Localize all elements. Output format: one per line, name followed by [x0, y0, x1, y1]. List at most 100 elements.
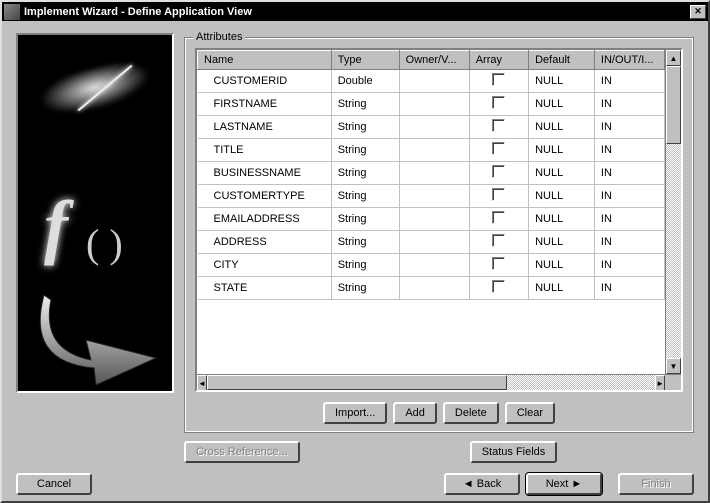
table-row[interactable]: CUSTOMERIDDouble NULLIN	[198, 70, 665, 93]
array-checkbox[interactable]	[492, 211, 505, 224]
cell-array[interactable]	[469, 93, 528, 116]
cell-io[interactable]: IN	[594, 231, 664, 254]
cell-array[interactable]	[469, 116, 528, 139]
scroll-up-button[interactable]: ▲	[666, 50, 681, 66]
cell-name[interactable]: CUSTOMERID	[198, 70, 332, 93]
cell-default[interactable]: NULL	[529, 231, 595, 254]
cell-name[interactable]: ADDRESS	[198, 231, 332, 254]
scroll-right-button[interactable]: ►	[655, 375, 665, 391]
cell-type[interactable]: String	[331, 254, 399, 277]
array-checkbox[interactable]	[492, 119, 505, 132]
array-checkbox[interactable]	[492, 257, 505, 270]
hscroll-thumb[interactable]	[207, 375, 507, 390]
col-array[interactable]: Array	[469, 51, 528, 70]
cell-type[interactable]: String	[331, 208, 399, 231]
cell-io[interactable]: IN	[594, 139, 664, 162]
cell-array[interactable]	[469, 70, 528, 93]
cell-name[interactable]: CUSTOMERTYPE	[198, 185, 332, 208]
table-row[interactable]: ADDRESSString NULLIN	[198, 231, 665, 254]
scroll-thumb[interactable]	[666, 66, 681, 144]
import-button[interactable]: Import...	[323, 402, 387, 424]
col-default[interactable]: Default	[529, 51, 595, 70]
cell-type[interactable]: String	[331, 139, 399, 162]
array-checkbox[interactable]	[492, 165, 505, 178]
cell-owner[interactable]	[399, 185, 469, 208]
array-checkbox[interactable]	[492, 142, 505, 155]
table-row[interactable]: STATEStringNULLIN	[198, 277, 665, 300]
cell-type[interactable]: Double	[331, 70, 399, 93]
cell-io[interactable]: IN	[594, 185, 664, 208]
cell-type[interactable]: String	[331, 185, 399, 208]
cell-type[interactable]: String	[331, 277, 399, 300]
cell-name[interactable]: CITY	[198, 254, 332, 277]
col-io[interactable]: IN/OUT/I...	[594, 51, 664, 70]
cell-name[interactable]: TITLE	[198, 139, 332, 162]
cell-owner[interactable]	[399, 70, 469, 93]
cell-name[interactable]: LASTNAME	[198, 116, 332, 139]
cell-owner[interactable]	[399, 93, 469, 116]
cell-default[interactable]: NULL	[529, 208, 595, 231]
array-checkbox[interactable]	[492, 96, 505, 109]
cell-array[interactable]	[469, 254, 528, 277]
finish-button[interactable]: Finish	[618, 473, 694, 495]
clear-button[interactable]: Clear	[505, 402, 555, 424]
cell-default[interactable]: NULL	[529, 116, 595, 139]
cancel-button[interactable]: Cancel	[16, 473, 92, 495]
col-name[interactable]: Name	[198, 51, 332, 70]
cell-io[interactable]: IN	[594, 70, 664, 93]
cell-name[interactable]: FIRSTNAME	[198, 93, 332, 116]
cell-array[interactable]	[469, 139, 528, 162]
cell-type[interactable]: String	[331, 162, 399, 185]
cell-array[interactable]	[469, 231, 528, 254]
hscroll-track[interactable]	[207, 375, 655, 390]
table-row[interactable]: EMAILADDRESSString NULLIN	[198, 208, 665, 231]
cell-type[interactable]: String	[331, 116, 399, 139]
cell-owner[interactable]	[399, 208, 469, 231]
cell-array[interactable]	[469, 185, 528, 208]
scroll-down-button[interactable]: ▼	[666, 358, 681, 374]
back-button[interactable]: ◄ Back	[444, 473, 520, 495]
table-row[interactable]: TITLEString NULLIN	[198, 139, 665, 162]
table-row[interactable]: LASTNAMEString NULLIN	[198, 116, 665, 139]
cell-owner[interactable]	[399, 277, 469, 300]
col-owner[interactable]: Owner/V...	[399, 51, 469, 70]
horizontal-scrollbar[interactable]: ◄ ►	[197, 374, 681, 390]
cell-io[interactable]: IN	[594, 93, 664, 116]
cell-default[interactable]: NULL	[529, 93, 595, 116]
cell-type[interactable]: String	[331, 231, 399, 254]
col-type[interactable]: Type	[331, 51, 399, 70]
array-checkbox[interactable]	[492, 73, 505, 86]
scroll-track[interactable]	[666, 66, 681, 358]
scroll-left-button[interactable]: ◄	[197, 375, 207, 391]
cell-default[interactable]: NULL	[529, 70, 595, 93]
cell-type[interactable]: String	[331, 93, 399, 116]
cell-io[interactable]: IN	[594, 254, 664, 277]
next-button[interactable]: Next ►	[526, 473, 602, 495]
cell-io[interactable]: IN	[594, 162, 664, 185]
cell-io[interactable]: IN	[594, 116, 664, 139]
table-row[interactable]: CUSTOMERTYPEString NULLIN	[198, 185, 665, 208]
cell-array[interactable]	[469, 162, 528, 185]
delete-button[interactable]: Delete	[443, 402, 499, 424]
cell-name[interactable]: BUSINESSNAME	[198, 162, 332, 185]
vertical-scrollbar[interactable]: ▲ ▼	[665, 50, 681, 374]
table-row[interactable]: BUSINESSNAMEStringNULLIN	[198, 162, 665, 185]
cell-name[interactable]: STATE	[198, 277, 332, 300]
cell-io[interactable]: IN	[594, 208, 664, 231]
cell-name[interactable]: EMAILADDRESS	[198, 208, 332, 231]
array-checkbox[interactable]	[492, 234, 505, 247]
cell-owner[interactable]	[399, 231, 469, 254]
cell-io[interactable]: IN	[594, 277, 664, 300]
table-row[interactable]: FIRSTNAMEString NULLIN	[198, 93, 665, 116]
cell-array[interactable]	[469, 277, 528, 300]
table-row[interactable]: CITYStringNULLIN	[198, 254, 665, 277]
cell-owner[interactable]	[399, 116, 469, 139]
cell-default[interactable]: NULL	[529, 139, 595, 162]
cell-default[interactable]: NULL	[529, 185, 595, 208]
close-button[interactable]: ✕	[690, 5, 706, 19]
add-button[interactable]: Add	[393, 402, 437, 424]
status-fields-button[interactable]: Status Fields	[470, 441, 558, 463]
array-checkbox[interactable]	[492, 280, 505, 293]
array-checkbox[interactable]	[492, 188, 505, 201]
cell-owner[interactable]	[399, 139, 469, 162]
